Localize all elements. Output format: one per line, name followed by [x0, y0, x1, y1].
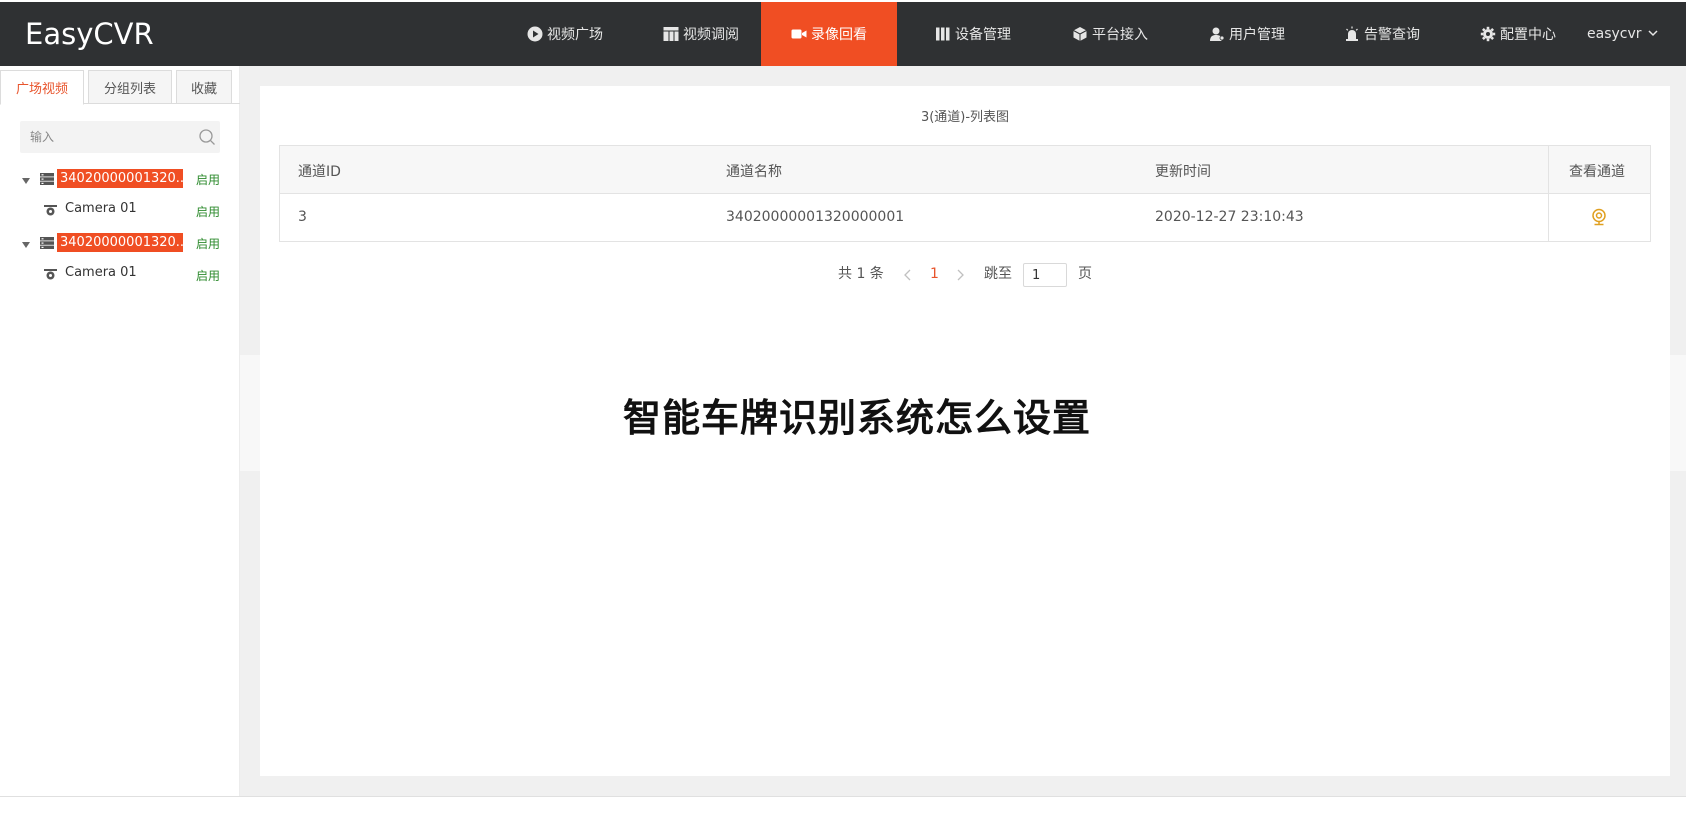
overlay-title: 智能车牌识别系统怎么设置	[623, 396, 1092, 440]
pager-jump-input[interactable]	[1023, 263, 1067, 287]
nav-label: 平台接入	[1092, 27, 1148, 43]
nav-label: 视频广场	[547, 27, 603, 43]
columns-icon	[935, 26, 951, 42]
nav-label: 配置中心	[1500, 27, 1556, 43]
caret-down-icon[interactable]	[21, 175, 31, 185]
cell-channel-id: 3	[298, 209, 307, 225]
user-menu[interactable]: easycvr	[1587, 2, 1658, 66]
status-badge: 启用	[196, 205, 221, 219]
nav-item-playback[interactable]: 录像回看	[761, 2, 897, 66]
page-title: 3(通道)-列表图	[920, 110, 1010, 125]
nav-label: 用户管理	[1229, 27, 1285, 43]
camera-label[interactable]: Camera 01	[65, 265, 137, 280]
server-icon	[40, 237, 54, 249]
server-icon	[40, 173, 54, 185]
nav-item-user-management[interactable]: 用户管理	[1194, 2, 1300, 66]
left-sidebar: 广场视频 分组列表 收藏 34020000001320... 启用 Camera…	[0, 66, 240, 796]
gear-icon	[1480, 26, 1496, 42]
nav-item-video-browse[interactable]: 视频调阅	[648, 2, 754, 66]
channel-table: 通道ID 通道名称 更新时间 查看通道 3 340200000013200000…	[279, 145, 1651, 242]
pager-page-suffix: 页	[1078, 266, 1092, 282]
chevron-right-icon[interactable]	[954, 267, 966, 281]
camera-label[interactable]: Camera 01	[65, 201, 137, 216]
search-icon[interactable]	[198, 128, 216, 146]
nav-item-alarm-query[interactable]: 告警查询	[1329, 2, 1435, 66]
bottom-divider	[0, 796, 1686, 797]
cell-updated-time: 2020-12-27 23:10:43	[1155, 209, 1304, 225]
nav-label: 设备管理	[955, 27, 1011, 43]
column-header-updated-time: 更新时间	[1155, 164, 1211, 180]
chevron-left-icon[interactable]	[902, 267, 914, 281]
user-icon	[1209, 26, 1225, 42]
caret-down-icon[interactable]	[21, 239, 31, 249]
cell-channel-name: 34020000001320000001	[726, 209, 905, 225]
column-divider	[1548, 146, 1549, 241]
camera-icon	[44, 205, 57, 216]
username: easycvr	[1587, 26, 1642, 42]
nav-item-platform-access[interactable]: 平台接入	[1057, 2, 1163, 66]
play-circle-icon	[527, 26, 543, 42]
tab-square-video[interactable]: 广场视频	[0, 70, 84, 105]
nav-label: 录像回看	[811, 27, 867, 43]
nav-item-device-management[interactable]: 设备管理	[920, 2, 1026, 66]
tree-node-camera[interactable]: Camera 01 启用	[0, 262, 240, 286]
status-badge: 启用	[196, 173, 221, 187]
column-header-channel-id: 通道ID	[298, 164, 341, 180]
webcam-icon[interactable]	[1590, 208, 1608, 226]
nav-label: 视频调阅	[683, 27, 739, 43]
table-header	[280, 146, 1650, 194]
column-header-channel-name: 通道名称	[726, 164, 782, 180]
tab-favorites[interactable]: 收藏	[176, 70, 232, 104]
camera-icon	[44, 269, 57, 280]
column-header-view-channel: 查看通道	[1569, 164, 1625, 180]
top-navigation-bar: EasyCVR 视频广场 视频调阅 录像回看 设备管理 平台接入 用户管理 告警…	[0, 2, 1686, 66]
tree-node-device[interactable]: 34020000001320... 启用	[0, 167, 240, 191]
sidebar-tabs: 广场视频 分组列表 收藏	[0, 70, 240, 105]
pager-current-page[interactable]: 1	[930, 262, 939, 286]
chevron-down-icon	[1647, 26, 1658, 42]
pager-total: 共 1 条	[838, 266, 884, 282]
search-input[interactable]	[20, 121, 220, 153]
pager-jump-label: 跳至	[984, 266, 1012, 282]
video-camera-icon	[791, 26, 807, 42]
app-logo: EasyCVR	[25, 17, 154, 51]
nav-item-video-square[interactable]: 视频广场	[512, 2, 618, 66]
device-label[interactable]: 34020000001320...	[57, 169, 183, 188]
grid-icon	[663, 26, 679, 42]
status-badge: 启用	[196, 269, 221, 283]
nav-item-config-center[interactable]: 配置中心	[1465, 2, 1571, 66]
tree-node-camera[interactable]: Camera 01 启用	[0, 198, 240, 222]
alarm-icon	[1344, 26, 1360, 42]
search-box	[20, 121, 220, 153]
device-label[interactable]: 34020000001320...	[57, 233, 183, 252]
status-badge: 启用	[196, 237, 221, 251]
tab-group-list[interactable]: 分组列表	[88, 70, 172, 104]
cube-icon	[1072, 26, 1088, 42]
nav-label: 告警查询	[1364, 27, 1420, 43]
tree-node-device[interactable]: 34020000001320... 启用	[0, 231, 240, 255]
